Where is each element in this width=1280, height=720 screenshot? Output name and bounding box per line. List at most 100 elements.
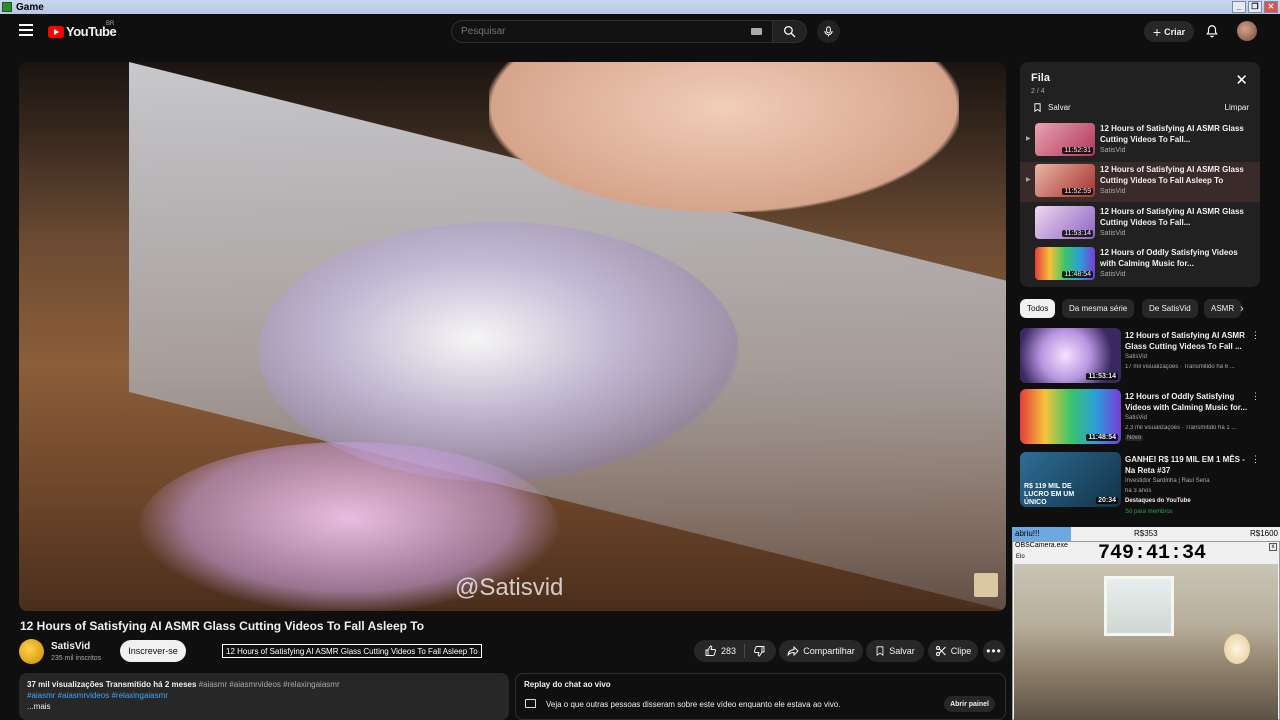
window-title: Game [16, 1, 44, 13]
bookmark-icon [876, 646, 884, 656]
search-button[interactable] [773, 20, 807, 43]
goal-amount: R$353 [1134, 529, 1158, 538]
camera-close-icon[interactable]: x [1269, 543, 1277, 551]
more-vert-icon[interactable]: ⋮ [1251, 330, 1260, 341]
country-code: BR [106, 21, 115, 27]
recommendation-item[interactable]: R$ 119 MIL DE LUCRO EM UM ÚNICO 20:34 GA… [1020, 452, 1265, 524]
chat-replay-title: Replay do chat ao vivo [524, 680, 611, 689]
share-button[interactable]: Compartilhar [779, 640, 863, 662]
close-window-button[interactable]: ✕ [1264, 1, 1278, 13]
queue-item-title: 12 Hours of Satisfying AI ASMR Glass Cut… [1100, 165, 1244, 185]
queue-duration: 11:53:14 [1062, 230, 1093, 237]
voice-search-button[interactable] [817, 20, 840, 43]
queue-duration: 11:52:31 [1062, 147, 1093, 154]
chevron-right-icon[interactable]: › [1240, 303, 1244, 315]
description-more-link[interactable]: ...mais [27, 701, 501, 712]
play-indicator-icon: ▶ [1026, 136, 1031, 142]
like-count[interactable]: 283 [721, 646, 736, 656]
queue-item-channel: SatisVid [1100, 230, 1126, 237]
like-divider [744, 644, 746, 658]
recommendation-item[interactable]: 11:48:54 12 Hours of Oddly Satisfying Vi… [1020, 389, 1265, 445]
queue-title: Fila [1031, 72, 1050, 84]
account-avatar[interactable] [1237, 21, 1257, 41]
create-button[interactable]: + Criar [1144, 21, 1194, 42]
plus-icon: + [1152, 23, 1162, 40]
menu-icon[interactable] [19, 24, 33, 36]
recommendation-meta: 17 mil visualizações · Transmitido há 6 … [1125, 364, 1235, 370]
queue-thumbnail: 11:53:14 [1035, 206, 1095, 239]
queue-item[interactable]: 11:48:54 12 Hours of Oddly Satisfying Vi… [1020, 245, 1260, 285]
scissors-icon [935, 646, 946, 656]
notifications-bell-icon[interactable] [1205, 24, 1219, 38]
queue-save-label: Salvar [1048, 103, 1071, 112]
recommendation-meta: há 3 anos [1125, 488, 1152, 494]
chip-all[interactable]: Todos [1020, 299, 1056, 318]
thumbnail-text: R$ 119 MIL DE LUCRO EM UM ÚNICO [1024, 483, 1075, 506]
queue-item-title: 12 Hours of Satisfying AI ASMR Glass Cut… [1100, 207, 1244, 227]
create-label: Criar [1164, 26, 1186, 37]
stream-timer: 749:41:34 [1098, 542, 1207, 565]
maximize-button[interactable]: ❐ [1248, 1, 1262, 13]
close-queue-icon[interactable]: ✕ [1235, 73, 1248, 88]
queue-item[interactable]: 11:53:14 12 Hours of Satisfying AI ASMR … [1020, 204, 1260, 244]
title-tooltip: 12 Hours of Satisfying AI ASMR Glass Cut… [222, 644, 482, 658]
recommendation-footer: Destaques do YouTube [1125, 498, 1191, 504]
recommendation-thumbnail: 11:53:14 [1020, 328, 1121, 383]
more-actions-button[interactable]: ••• [983, 640, 1005, 662]
play-indicator-icon: ▶ [1026, 177, 1031, 183]
like-icon[interactable] [705, 645, 717, 657]
chip-from-channel[interactable]: De SatisVid [1142, 299, 1198, 318]
queue-thumbnail: 11:52:31 [1035, 123, 1095, 156]
queue-item-channel: SatisVid [1100, 271, 1126, 278]
queue-item[interactable]: ▶ 11:52:59 12 Hours of Satisfying AI ASM… [1020, 162, 1260, 202]
minimize-button[interactable]: _ [1232, 1, 1246, 13]
subscribe-button[interactable]: Inscrever-se [120, 640, 186, 662]
channel-avatar[interactable] [19, 639, 44, 664]
queue-item-title: 12 Hours of Oddly Satisfying Videos with… [1100, 248, 1238, 268]
search-input[interactable] [452, 21, 732, 42]
recommendation-channel: SatisVid [1125, 354, 1147, 360]
channel-watermark-logo[interactable] [974, 573, 998, 597]
save-button[interactable]: Salvar [866, 640, 924, 662]
recommendation-duration: 20:34 [1096, 497, 1118, 504]
queue-thumbnail: 11:48:54 [1035, 247, 1095, 280]
subscriber-count: 235 mil inscritos [51, 655, 102, 662]
like-dislike-group: 283 [694, 640, 776, 662]
recommendation-channel: SatisVid [1125, 415, 1147, 421]
chat-replay-text: Veja o que outras pessoas disseram sobre… [546, 700, 841, 709]
queue-item-title: 12 Hours of Satisfying AI ASMR Glass Cut… [1100, 124, 1244, 144]
microphone-icon [824, 26, 833, 37]
dislike-icon[interactable] [753, 645, 765, 657]
keyboard-icon[interactable] [751, 28, 762, 35]
youtube-play-icon [48, 25, 64, 38]
webcam-lamp [1224, 634, 1250, 664]
chip-asmr[interactable]: ASMR [1204, 299, 1242, 318]
queue-clear-button[interactable]: Limpar [1225, 103, 1249, 112]
recommendation-title: GANHEI R$ 119 MIL EM 1 MÊS - Na Reta #37 [1125, 455, 1245, 475]
recommendation-thumbnail: 11:48:54 [1020, 389, 1121, 444]
video-player[interactable]: @Satisvid [19, 62, 1006, 611]
share-label: Compartilhar [803, 646, 855, 656]
camera-window-subtitle: Elo [1016, 554, 1025, 560]
search-box[interactable] [451, 20, 773, 43]
youtube-logo[interactable]: YouTube BR [48, 21, 117, 39]
chat-icon [525, 699, 536, 708]
queue-save-button[interactable]: Salvar [1033, 102, 1071, 113]
recommendation-duration: 11:48:54 [1086, 434, 1118, 441]
more-vert-icon[interactable]: ⋮ [1251, 391, 1260, 402]
chip-same-series[interactable]: Da mesma série [1062, 299, 1135, 318]
open-chat-panel-button[interactable]: Abrir painel [944, 696, 995, 712]
goal-label: abriu!!! [1015, 529, 1040, 538]
video-description[interactable]: 37 mil visualizações Transmitido há 2 me… [19, 673, 509, 720]
queue-thumbnail: 11:52:59 [1035, 164, 1095, 197]
recommendation-item[interactable]: 11:53:14 12 Hours of Satisfying AI ASMR … [1020, 328, 1265, 384]
queue-panel: Fila 2 / 4 ✕ Salvar Limpar ▶ 11:52:31 12… [1020, 62, 1260, 287]
description-hashtags[interactable]: #aiasmr #aiasmrvideos #relaxingaiasmr [27, 690, 501, 701]
more-vert-icon[interactable]: ⋮ [1251, 454, 1260, 465]
save-label: Salvar [889, 646, 915, 656]
recommendation-title: 12 Hours of Oddly Satisfying Videos with… [1125, 392, 1248, 412]
channel-name[interactable]: SatisVid [51, 641, 90, 652]
queue-item[interactable]: ▶ 11:52:31 12 Hours of Satisfying AI ASM… [1020, 121, 1260, 161]
bookmark-icon [1034, 103, 1041, 113]
clip-button[interactable]: Clipe [928, 640, 978, 662]
